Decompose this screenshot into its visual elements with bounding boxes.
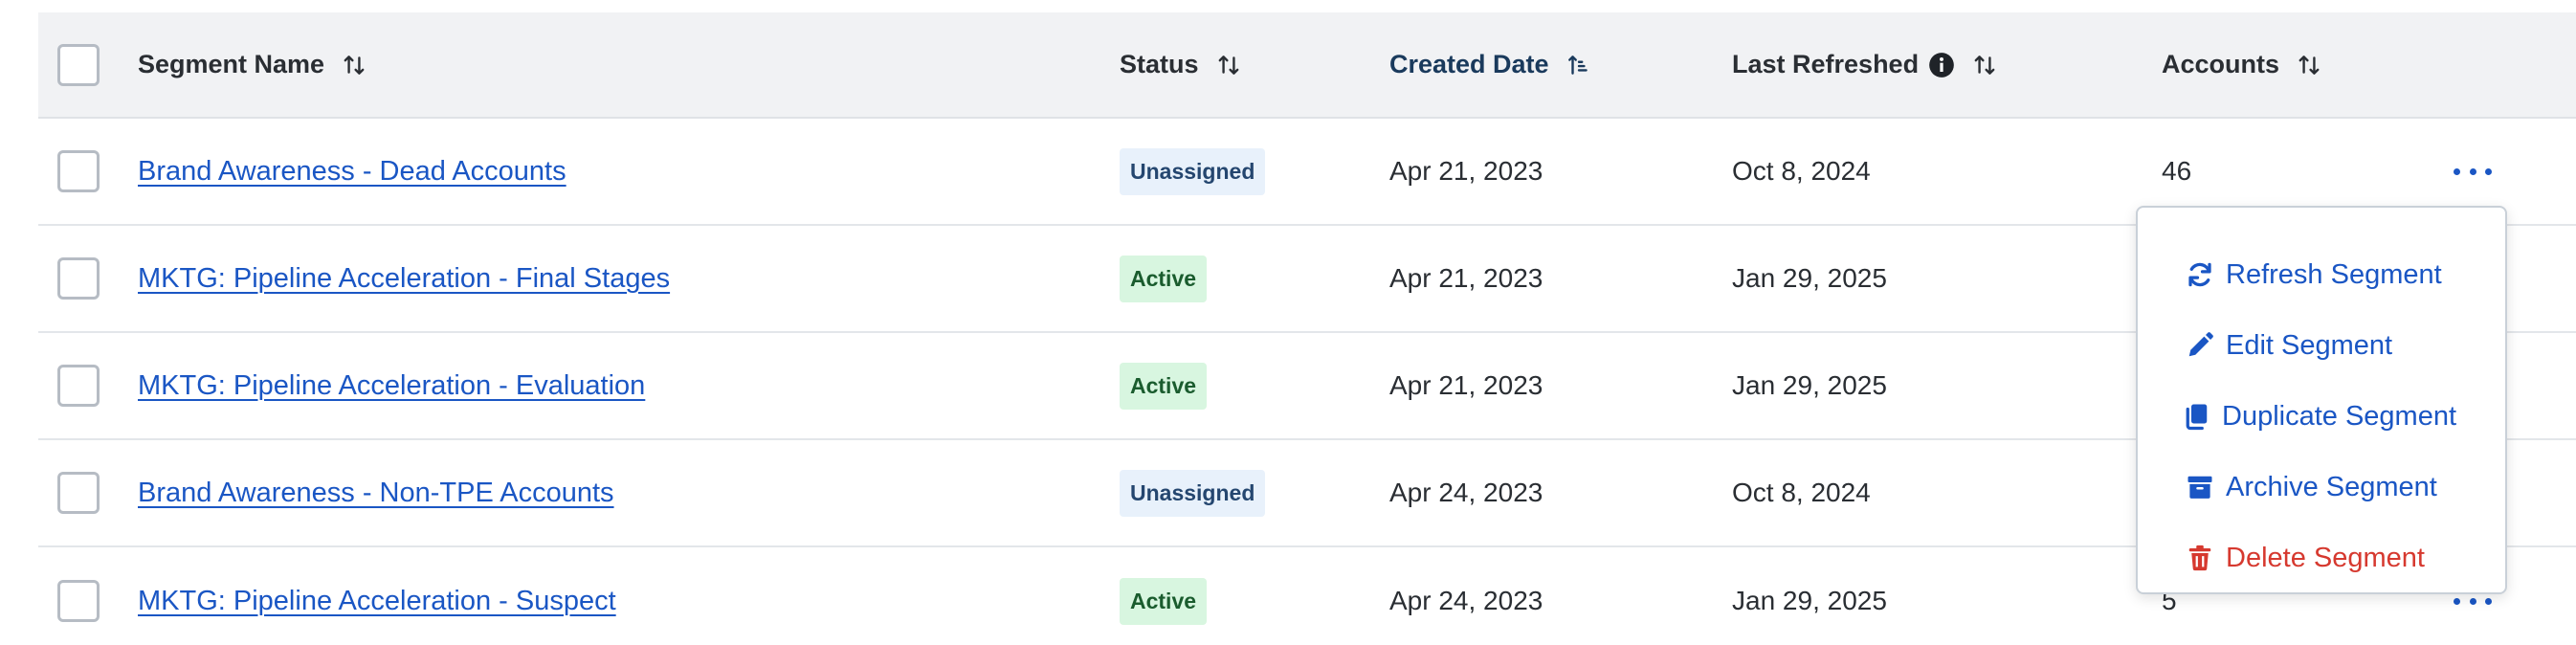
header-select-cell bbox=[57, 12, 100, 117]
row-select-cell bbox=[57, 333, 100, 438]
menu-item-archive-segment[interactable]: Archive Segment bbox=[2186, 460, 2437, 514]
column-label: Created Date bbox=[1389, 50, 1549, 78]
sort-icon[interactable] bbox=[342, 53, 366, 78]
last-refreshed: Jan 29, 2025 bbox=[1732, 370, 1887, 400]
row-checkbox[interactable] bbox=[57, 580, 100, 622]
created-date: Apr 24, 2023 bbox=[1389, 586, 1543, 615]
column-header-created-date[interactable]: Created Date bbox=[1389, 12, 1591, 117]
column-label: Accounts bbox=[2162, 50, 2280, 78]
column-label: Segment Name bbox=[138, 50, 325, 78]
row-select-cell bbox=[57, 440, 100, 545]
column-header-segment-name[interactable]: Segment Name bbox=[138, 12, 366, 117]
copy-icon bbox=[2186, 404, 2208, 431]
created-date: Apr 21, 2023 bbox=[1389, 263, 1543, 293]
archive-box-icon bbox=[2187, 476, 2212, 499]
status-badge: Active bbox=[1120, 362, 1208, 410]
column-header-status[interactable]: Status bbox=[1120, 12, 1241, 117]
status-cell: Active bbox=[1120, 333, 1208, 438]
created-date: Apr 21, 2023 bbox=[1389, 370, 1543, 400]
created-date-cell: Apr 21, 2023 bbox=[1389, 333, 1543, 438]
created-date-cell: Apr 24, 2023 bbox=[1389, 440, 1543, 545]
pencil-icon bbox=[2188, 332, 2213, 357]
segment-name-link[interactable]: Brand Awareness - Non-TPE Accounts bbox=[138, 478, 614, 509]
last-refreshed: Oct 8, 2024 bbox=[1732, 156, 1871, 186]
status-cell: Active bbox=[1120, 226, 1208, 331]
segment-name-cell: MKTG: Pipeline Acceleration - Suspect bbox=[138, 547, 616, 645]
status-badge: Unassigned bbox=[1120, 469, 1266, 517]
last-refreshed: Jan 29, 2025 bbox=[1732, 586, 1887, 615]
segment-name-link[interactable]: MKTG: Pipeline Acceleration - Evaluation bbox=[138, 370, 645, 402]
row-select-cell bbox=[57, 119, 100, 224]
sort-icon[interactable] bbox=[1972, 53, 1997, 78]
more-horizontal-icon[interactable] bbox=[2454, 162, 2492, 181]
more-horizontal-icon[interactable] bbox=[2454, 591, 2492, 611]
column-label: Status bbox=[1120, 50, 1199, 78]
created-date: Apr 24, 2023 bbox=[1389, 478, 1543, 507]
row-select-cell bbox=[57, 547, 100, 645]
info-icon[interactable] bbox=[1928, 52, 1955, 78]
created-date-cell: Apr 21, 2023 bbox=[1389, 226, 1543, 331]
menu-item-label: Edit Segment bbox=[2226, 329, 2393, 361]
accounts-count: 46 bbox=[2162, 156, 2192, 186]
menu-item-label: Delete Segment bbox=[2226, 542, 2425, 573]
segment-name-link[interactable]: MKTG: Pipeline Acceleration - Suspect bbox=[138, 586, 616, 617]
row-select-cell bbox=[57, 226, 100, 331]
last-refreshed-cell: Oct 8, 2024 bbox=[1732, 119, 1871, 224]
column-label: Last Refreshed bbox=[1732, 50, 1920, 78]
menu-item-delete-segment[interactable]: Delete Segment bbox=[2186, 531, 2425, 585]
last-refreshed-cell: Jan 29, 2025 bbox=[1732, 226, 1887, 331]
status-badge: Unassigned bbox=[1120, 147, 1266, 195]
segment-name-cell: Brand Awareness - Non-TPE Accounts bbox=[138, 440, 614, 545]
trash-icon bbox=[2188, 545, 2211, 571]
segment-name-cell: MKTG: Pipeline Acceleration - Evaluation bbox=[138, 333, 645, 438]
menu-item-label: Duplicate Segment bbox=[2222, 400, 2457, 432]
row-checkbox[interactable] bbox=[57, 472, 100, 514]
status-cell: Unassigned bbox=[1120, 440, 1266, 545]
status-cell: Unassigned bbox=[1120, 119, 1266, 224]
last-refreshed-cell: Jan 29, 2025 bbox=[1732, 547, 1887, 645]
row-actions-menu: Refresh Segment Edit Segment Duplicate S… bbox=[2136, 206, 2507, 594]
created-date-cell: Apr 21, 2023 bbox=[1389, 119, 1543, 224]
segment-name-link[interactable]: MKTG: Pipeline Acceleration - Final Stag… bbox=[138, 263, 670, 295]
created-date: Apr 21, 2023 bbox=[1389, 156, 1543, 186]
status-badge: Active bbox=[1120, 577, 1208, 625]
created-date-cell: Apr 24, 2023 bbox=[1389, 547, 1543, 645]
sort-icon[interactable] bbox=[2297, 53, 2321, 78]
last-refreshed-cell: Jan 29, 2025 bbox=[1732, 333, 1887, 438]
menu-item-label: Refresh Segment bbox=[2226, 258, 2442, 290]
refresh-icon bbox=[2188, 262, 2211, 287]
select-all-checkbox[interactable] bbox=[57, 43, 100, 86]
segment-name-cell: Brand Awareness - Dead Accounts bbox=[138, 119, 566, 224]
column-header-last-refreshed[interactable]: Last Refreshed bbox=[1732, 12, 1997, 117]
row-checkbox[interactable] bbox=[57, 257, 100, 300]
last-refreshed: Oct 8, 2024 bbox=[1732, 478, 1871, 507]
status-badge: Active bbox=[1120, 255, 1208, 302]
sort-ascending-icon[interactable] bbox=[1566, 53, 1591, 78]
segment-name-link[interactable]: Brand Awareness - Dead Accounts bbox=[138, 156, 566, 188]
segment-name-cell: MKTG: Pipeline Acceleration - Final Stag… bbox=[138, 226, 670, 331]
row-checkbox[interactable] bbox=[57, 365, 100, 407]
row-checkbox[interactable] bbox=[57, 150, 100, 192]
last-refreshed-cell: Oct 8, 2024 bbox=[1732, 440, 1871, 545]
menu-item-label: Archive Segment bbox=[2226, 471, 2437, 502]
column-header-accounts[interactable]: Accounts bbox=[2162, 12, 2321, 117]
status-cell: Active bbox=[1120, 547, 1208, 645]
menu-item-refresh-segment[interactable]: Refresh Segment bbox=[2186, 248, 2442, 301]
menu-item-duplicate-segment[interactable]: Duplicate Segment bbox=[2182, 389, 2456, 443]
menu-item-edit-segment[interactable]: Edit Segment bbox=[2186, 319, 2392, 372]
last-refreshed: Jan 29, 2025 bbox=[1732, 263, 1887, 293]
table-header: Segment Name Status Created Date Last Re… bbox=[38, 12, 2576, 119]
sort-icon[interactable] bbox=[1216, 53, 1241, 78]
